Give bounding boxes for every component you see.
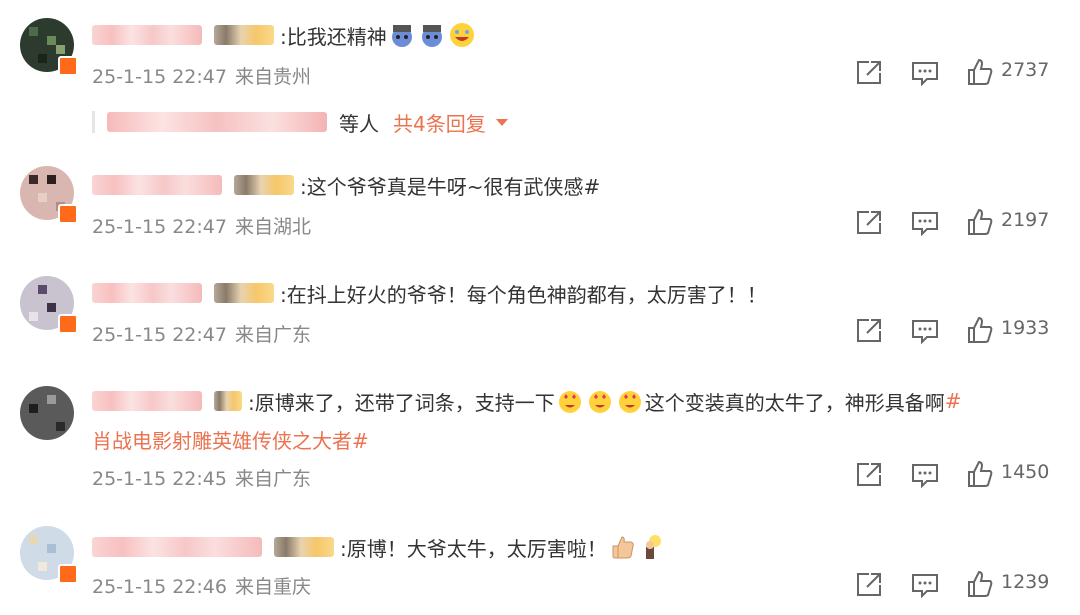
- fan-badge-icon: [214, 283, 274, 303]
- username[interactable]: [92, 25, 202, 45]
- verified-badge-icon: [58, 204, 78, 224]
- share-icon[interactable]: [855, 462, 883, 488]
- comment-item: :原博！大爷太牛，太厉害啦！ 25-1-15 22:46 来自重庆 1239: [0, 510, 1080, 615]
- comment-icon[interactable]: [911, 210, 939, 236]
- laugh-cry-emoji-icon: [449, 23, 474, 47]
- verified-badge-icon: [58, 314, 78, 334]
- comment-icon[interactable]: [911, 462, 939, 488]
- share-icon[interactable]: [855, 318, 883, 344]
- comment-meta: 25-1-15 22:47 来自湖北: [92, 212, 311, 239]
- reply-divider: [92, 111, 95, 133]
- comment-text: :这个爷爷真是牛呀~很有武侠感#: [300, 174, 601, 199]
- location: 来自贵州: [234, 66, 311, 88]
- comment-text-continued: 这个变装真的太牛了，神形具备啊: [644, 390, 945, 415]
- comment-text: :比我还精神: [280, 24, 387, 49]
- thumbs-up-emoji-icon: [612, 536, 634, 559]
- verified-badge-icon: [58, 564, 78, 584]
- comment-icon[interactable]: [911, 60, 939, 86]
- like-icon[interactable]: [967, 316, 993, 344]
- location: 来自广东: [234, 324, 311, 346]
- username[interactable]: [92, 175, 222, 195]
- location: 来自重庆: [234, 576, 311, 598]
- comment-icon[interactable]: [911, 572, 939, 598]
- like-count: 2197: [1001, 209, 1050, 231]
- fan-badge-icon: [274, 537, 334, 557]
- location: 来自湖北: [234, 216, 311, 238]
- verified-badge-icon: [58, 56, 78, 76]
- fighting-emoji-icon: [391, 25, 412, 47]
- idea-emoji-icon: [645, 535, 661, 559]
- timestamp: 25-1-15 22:47: [92, 66, 227, 88]
- share-icon[interactable]: [855, 210, 883, 236]
- username[interactable]: [92, 283, 202, 303]
- comment-text: :原博！大爷太牛，太厉害啦！: [340, 536, 607, 561]
- share-icon[interactable]: [855, 60, 883, 86]
- more-replies-link[interactable]: 共4条回复: [393, 108, 486, 137]
- love-eyes-emoji-icon: [558, 391, 581, 413]
- hashtag-link[interactable]: #: [945, 389, 962, 413]
- comment-icon[interactable]: [911, 318, 939, 344]
- username[interactable]: [92, 537, 262, 557]
- fan-badge-icon: [234, 175, 294, 195]
- fighting-emoji-icon: [421, 25, 442, 47]
- love-eyes-emoji-icon: [588, 391, 611, 413]
- location: 来自广东: [234, 468, 311, 490]
- like-icon[interactable]: [967, 570, 993, 598]
- timestamp: 25-1-15 22:47: [92, 324, 227, 346]
- avatar[interactable]: [20, 386, 74, 440]
- like-count: 1239: [1001, 571, 1050, 593]
- comment-meta: 25-1-15 22:47 来自广东: [92, 320, 311, 347]
- like-count: 1933: [1001, 317, 1050, 339]
- fan-badge-icon: [214, 25, 274, 45]
- comment-meta: 25-1-15 22:45 来自广东: [92, 464, 311, 491]
- like-count: 2737: [1001, 59, 1050, 81]
- comment-item: :这个爷爷真是牛呀~很有武侠感# 25-1-15 22:47 来自湖北 2197: [0, 150, 1080, 258]
- love-eyes-emoji-icon: [618, 391, 641, 413]
- replies-preview[interactable]: 等人 共4条回复: [92, 107, 508, 137]
- timestamp: 25-1-15 22:47: [92, 216, 227, 238]
- fan-badge-icon: [214, 391, 242, 411]
- like-icon[interactable]: [967, 460, 993, 488]
- comment-text: :原博来了，还带了词条，支持一下: [248, 390, 555, 415]
- comment-meta: 25-1-15 22:47 来自贵州: [92, 62, 311, 89]
- comment-text: :在抖上好火的爷爷！每个角色神韵都有，太厉害了！！: [280, 282, 767, 307]
- chevron-down-icon[interactable]: [495, 118, 508, 126]
- replies-suffix: 等人: [339, 111, 379, 136]
- share-icon[interactable]: [855, 572, 883, 598]
- comment-item: :比我还精神 25-1-15 22:47 来自贵州 2737 等人 共4条回复: [0, 0, 1080, 150]
- like-icon[interactable]: [967, 208, 993, 236]
- hashtag-link[interactable]: 肖战电影射雕英雄传侠之大者#: [92, 425, 369, 454]
- reply-usernames[interactable]: [107, 112, 327, 132]
- like-count: 1450: [1001, 461, 1050, 483]
- username[interactable]: [92, 391, 202, 411]
- timestamp: 25-1-15 22:46: [92, 576, 227, 598]
- comment-item: :在抖上好火的爷爷！每个角色神韵都有，太厉害了！！ 25-1-15 22:47 来…: [0, 258, 1080, 366]
- like-icon[interactable]: [967, 58, 993, 86]
- comment-meta: 25-1-15 22:46 来自重庆: [92, 572, 311, 599]
- timestamp: 25-1-15 22:45: [92, 468, 227, 490]
- comment-item: :原博来了，还带了词条，支持一下 这个变装真的太牛了，神形具备啊 # 肖战电影射雕…: [0, 366, 1080, 510]
